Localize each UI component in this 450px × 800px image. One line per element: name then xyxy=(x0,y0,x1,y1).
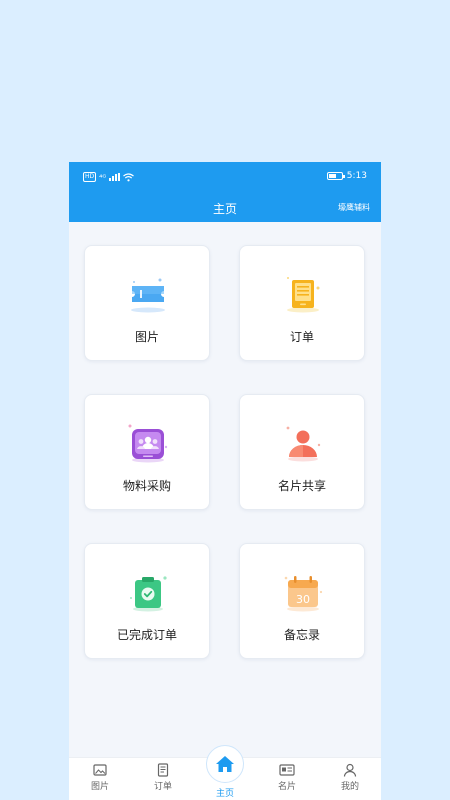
page-title: 主页 xyxy=(212,202,237,216)
team-icon xyxy=(128,424,168,463)
card-orders[interactable]: 订单 xyxy=(239,245,365,361)
card-label: 名片共享 xyxy=(277,479,326,493)
hd-badge: HD xyxy=(83,172,97,182)
phone-screen: HD ⁴ᴳ 5:13 主页 壕鹰辅料 图片 订单 物料采购 名片共享 已完成订单… xyxy=(69,162,381,800)
card-label: 图片 xyxy=(134,330,159,344)
tab-profile[interactable]: 我的 xyxy=(330,763,370,792)
image-icon xyxy=(93,764,107,776)
tab-home[interactable] xyxy=(206,745,244,783)
card-icon xyxy=(279,764,295,776)
tab-label: 订单 xyxy=(153,782,172,792)
clock: 5:13 xyxy=(346,171,367,181)
card-label: 已完成订单 xyxy=(116,628,177,642)
card-material-purchase[interactable]: 物料采购 xyxy=(84,394,210,510)
home-icon xyxy=(216,756,234,772)
calendar-day: 30 xyxy=(296,593,310,606)
card-memo[interactable]: 30 备忘录 xyxy=(239,543,365,659)
tab-images[interactable]: 图片 xyxy=(80,763,120,792)
document-icon xyxy=(287,277,320,313)
bottom-tab-bar: 图片 订单 主页 名片 我的 xyxy=(69,745,381,800)
card-images[interactable]: 图片 xyxy=(84,245,210,361)
tab-business-cards[interactable]: 名片 xyxy=(267,763,307,792)
user-icon xyxy=(343,763,357,777)
check-bag-icon xyxy=(130,576,167,612)
wifi-icon xyxy=(123,172,135,181)
tab-label: 名片 xyxy=(277,782,296,792)
tab-orders[interactable]: 订单 xyxy=(143,763,183,792)
calendar-icon: 30 xyxy=(284,576,323,612)
card-label: 备忘录 xyxy=(283,628,320,642)
signal-icon xyxy=(109,173,121,181)
person-icon xyxy=(286,426,321,462)
card-business-card-share[interactable]: 名片共享 xyxy=(239,394,365,510)
tab-label: 图片 xyxy=(90,782,109,792)
network-type: ⁴ᴳ xyxy=(99,172,107,182)
status-right: 5:13 xyxy=(326,171,367,181)
ticket-icon xyxy=(131,278,165,313)
brand-link[interactable]: 壕鹰辅料 xyxy=(338,202,370,213)
tab-label: 我的 xyxy=(340,782,359,792)
top-bar: HD ⁴ᴳ 5:13 主页 壕鹰辅料 xyxy=(69,162,381,222)
card-completed-orders[interactable]: 已完成订单 xyxy=(84,543,210,659)
status-left: HD ⁴ᴳ xyxy=(83,172,135,182)
receipt-icon xyxy=(157,763,169,777)
battery-icon xyxy=(326,172,345,180)
card-label: 订单 xyxy=(289,330,314,344)
card-label: 物料采购 xyxy=(122,479,171,493)
tab-label-home: 主页 xyxy=(215,789,234,799)
